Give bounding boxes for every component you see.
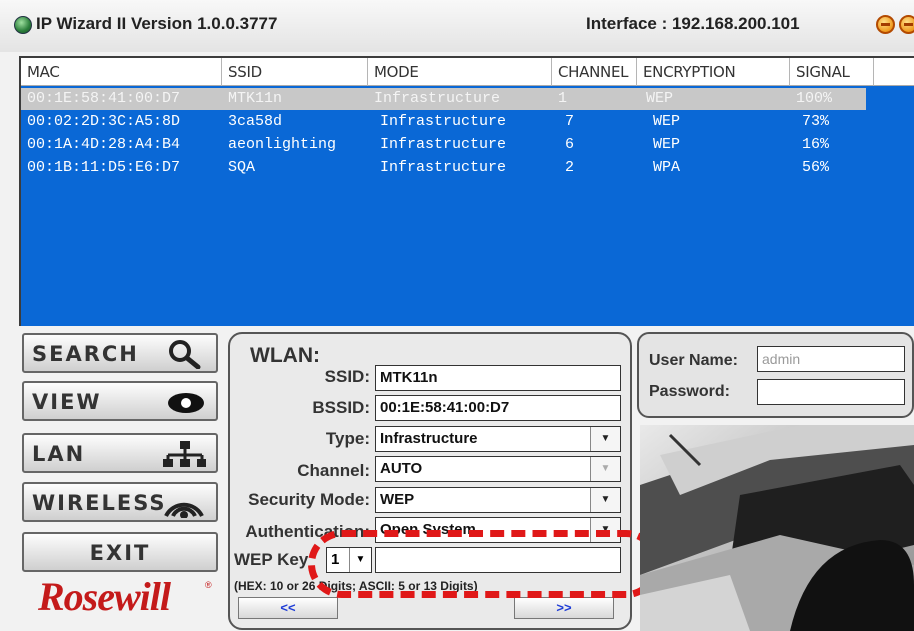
chevron-down-icon[interactable]: ▼ [590,518,620,542]
cell-ssid: SQA [228,159,256,176]
channel-select-value: AUTO [380,460,423,477]
cell-ssid: MTK11n [228,90,283,107]
wep-key-label: WEP Key [234,550,309,569]
cell-encryption: WEP [653,136,681,153]
lan-button[interactable]: LAN [22,433,218,473]
window-title: IP Wizard II Version 1.0.0.3777 [36,14,278,33]
network-list[interactable]: MAC SSID MODE CHANNEL ENCRYPTION SIGNAL … [19,56,914,326]
cell-encryption: WEP [653,113,681,130]
column-header-ssid[interactable]: SSID [222,58,368,86]
table-row[interactable]: 00:1B:11:D5:E6:D7 SQA Infrastructure 2 W… [21,157,914,179]
cell-mode: Infrastructure [380,113,507,130]
type-label: Type: [325,429,370,448]
wlan-title: WLAN: [250,344,320,367]
list-header: MAC SSID MODE CHANNEL ENCRYPTION SIGNAL [21,58,914,86]
bssid-field[interactable]: 00:1E:58:41:00:D7 [375,395,621,421]
cell-channel: 2 [565,159,575,176]
cell-signal: 16% [802,136,830,153]
close-icon[interactable] [899,15,914,34]
cell-mac: 00:02:2D:3C:A5:8D [27,113,181,130]
cell-channel: 7 [565,113,575,130]
cell-mac: 00:1B:11:D5:E6:D7 [27,159,181,176]
minimize-icon[interactable] [876,15,895,34]
bssid-label: BSSID: [312,398,370,417]
channel-select[interactable]: AUTO ▼ [375,456,621,482]
interface-label: Interface : 192.168.200.101 [586,14,800,33]
column-header-filler [874,58,914,86]
cell-mode: Infrastructure [380,136,507,153]
cell-signal: 100% [796,90,833,107]
ssid-label: SSID: [324,367,370,386]
network-icon [163,441,206,467]
username-input[interactable]: admin [757,346,905,372]
column-header-mac[interactable]: MAC [21,58,222,86]
type-select[interactable]: Infrastructure ▼ [375,426,621,452]
wireless-signal-icon [164,502,204,518]
chevron-down-icon[interactable]: ▼ [590,457,620,481]
next-button[interactable]: >> [514,597,614,619]
exit-button-label: EXIT [89,541,151,565]
wireless-button-label: WIRELESS [32,491,167,515]
wep-key-hint: (HEX: 10 or 26 Digits; ASCII: 5 or 13 Di… [234,579,478,593]
camera-preview-image [640,425,914,631]
security-mode-label: Security Mode: [248,490,370,509]
cell-ssid: aeonlighting [228,136,337,153]
title-bar: IP Wizard II Version 1.0.0.3777 Interfac… [0,0,914,52]
view-button-label: VIEW [32,390,102,414]
column-header-signal[interactable]: SIGNAL [790,58,874,86]
rosewill-logo: Rosewill [38,574,171,619]
cell-mode: Infrastructure [374,90,501,107]
previous-button[interactable]: << [238,597,338,619]
cell-encryption: WPA [653,159,681,176]
lan-button-label: LAN [32,442,86,466]
eye-icon [168,393,204,413]
exit-button[interactable]: EXIT [22,532,218,572]
cell-mode: Infrastructure [380,159,507,176]
chevron-down-icon[interactable]: ▼ [590,427,620,451]
channel-label: Channel: [297,461,370,480]
table-row[interactable]: 00:1E:58:41:00:D7 MTK11n Infrastructure … [21,88,866,110]
wlan-panel: WLAN: SSID: MTK11n BSSID: 00:1E:58:41:00… [228,332,660,630]
password-label: Password: [649,383,730,400]
cell-signal: 73% [802,113,830,130]
search-button-label: SEARCH [32,342,139,366]
chevron-down-icon[interactable]: ▼ [349,548,371,572]
wep-key-index-value: 1 [331,551,340,568]
search-button[interactable]: SEARCH [22,333,218,373]
table-row[interactable]: 00:1A:4D:28:A4:B4 aeonlighting Infrastru… [21,134,914,156]
security-mode-value: WEP [380,491,415,508]
cell-mac: 00:1E:58:41:00:D7 [27,90,181,107]
wep-key-index-select[interactable]: 1 ▼ [326,547,372,573]
cell-encryption: WEP [646,90,674,107]
login-panel: User Name: admin Password: [637,332,914,418]
cell-signal: 56% [802,159,830,176]
registered-mark: ® [205,580,212,590]
cell-channel: 6 [565,136,575,153]
search-icon [169,340,201,369]
authentication-select[interactable]: Open System ▼ [375,517,621,543]
chevron-down-icon[interactable]: ▼ [590,488,620,512]
wireless-button[interactable]: WIRELESS [22,482,218,522]
password-input[interactable] [757,379,905,405]
app-globe-icon [14,16,32,34]
cell-ssid: 3ca58d [228,113,283,130]
type-select-value: Infrastructure [380,430,478,447]
column-header-encryption[interactable]: ENCRYPTION [637,58,790,86]
wep-key-input[interactable] [375,547,621,573]
view-button[interactable]: VIEW [22,381,218,421]
column-header-mode[interactable]: MODE [368,58,552,86]
username-label: User Name: [649,352,738,369]
security-mode-select[interactable]: WEP ▼ [375,487,621,513]
cell-channel: 1 [558,90,568,107]
authentication-label: Authentication: [245,522,370,541]
ssid-field[interactable]: MTK11n [375,365,621,391]
cell-mac: 00:1A:4D:28:A4:B4 [27,136,181,153]
authentication-value: Open System [380,521,476,538]
column-header-channel[interactable]: CHANNEL [552,58,637,86]
table-row[interactable]: 00:02:2D:3C:A5:8D 3ca58d Infrastructure … [21,111,914,133]
